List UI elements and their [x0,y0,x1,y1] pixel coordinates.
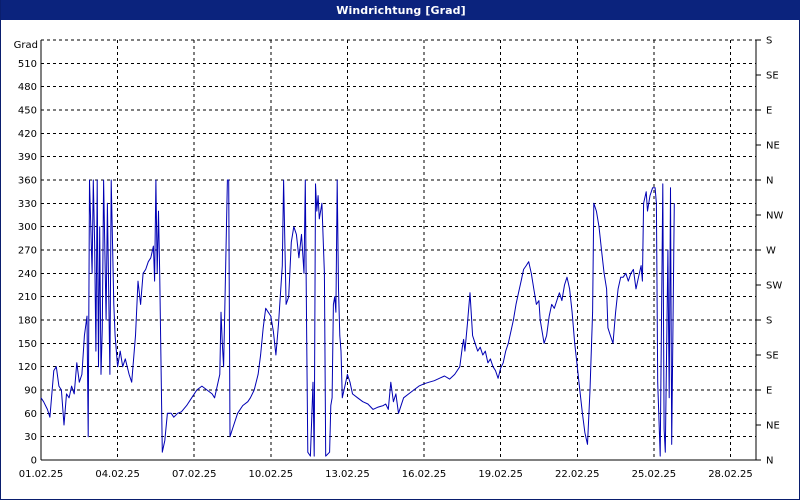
y-right-tick-label: N [766,176,773,187]
y-right-tick-label: NE [766,421,780,432]
grid-lines [41,39,756,460]
y-right-tick-label: SW [766,281,782,292]
window-title: Windrichtung [Grad] [1,0,800,20]
y-tick-label: 180 [18,316,37,327]
y-tick-label: 360 [18,176,37,187]
y-tick-label: 30 [24,432,37,443]
y-right-tick-label: S [766,316,772,327]
x-tick-label: 28.02.25 [708,469,753,480]
line-chart: Grad 0 30 60 90 120 150 180 210 240 270 300 330 360 3… [14,36,784,481]
x-tick-label: 13.02.25 [325,469,370,480]
y-right-tick-label: E [766,386,772,397]
y-tick-label: 210 [18,292,37,303]
x-tick-label: 04.02.25 [95,469,140,480]
y-tick-label: 0 [31,456,37,467]
y-right-tick-label: NW [766,211,783,222]
y-tick-label: 270 [18,246,37,257]
y-tick-label: 120 [18,362,37,373]
x-tick-label: 25.02.25 [632,469,677,480]
y-right-tick-label: NE [766,141,780,152]
chart-window: Windrichtung [Grad] Grad 0 30 60 90 120 150 18… [0,0,800,500]
series-line [40,179,675,457]
y-tick-label: 150 [18,339,37,350]
x-tick-label: 07.02.25 [172,469,217,480]
y-tick-label: 480 [18,82,37,93]
y-tick-label: 390 [18,152,37,163]
y-axis-label: Grad [14,40,38,51]
x-tick-label: 01.02.25 [19,469,64,480]
x-tick-label: 16.02.25 [402,469,447,480]
y-right-tick-label: W [766,246,776,257]
y-tick-label: 90 [24,386,37,397]
y-right-tick-label: SE [766,351,779,362]
y-tick-label: 330 [18,199,37,210]
y-right-tick-label: N [766,456,773,467]
x-tick-label: 19.02.25 [478,469,523,480]
x-tick-label: 10.02.25 [249,469,294,480]
y-tick-label: 420 [18,129,37,140]
y-right-tick-label: S [766,36,772,47]
y-tick-label: 450 [18,106,37,117]
series [40,179,675,457]
y-tick-label: 300 [18,222,37,233]
x-tick-label: 22.02.25 [555,469,600,480]
y-right-tick-label: SE [766,71,779,82]
y-right-tick-label: E [766,106,772,117]
y-tick-label: 240 [18,269,37,280]
y-tick-label: 60 [24,409,37,420]
y-tick-label: 510 [18,59,37,70]
